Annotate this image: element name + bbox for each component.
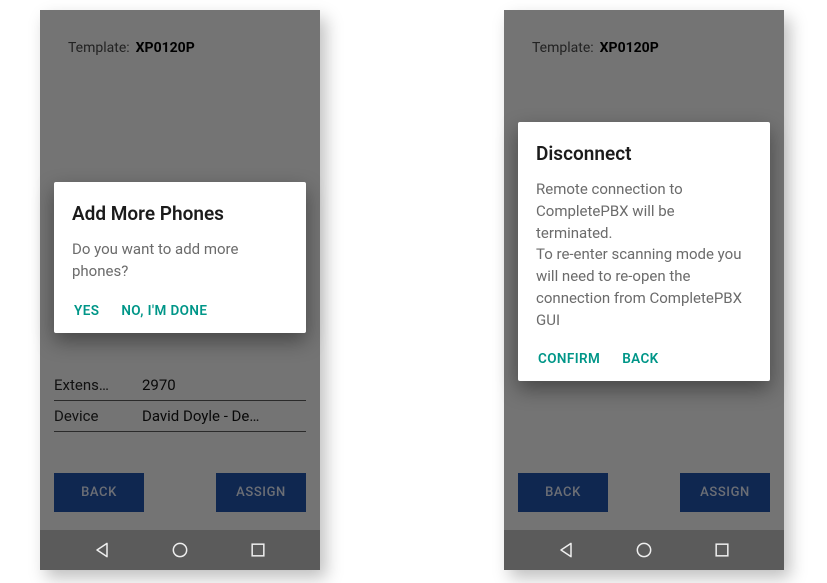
template-row: Template: XP0120P	[40, 10, 320, 64]
template-row: Template: XP0120P	[504, 10, 784, 64]
nav-back-icon[interactable]	[556, 540, 576, 560]
dialog-actions: CONFIRM BACK	[536, 351, 752, 367]
android-navbar	[40, 530, 320, 570]
nav-back-icon[interactable]	[92, 540, 112, 560]
phone-left: Template: XP0120P Extens… 2970 Device Da…	[40, 10, 320, 570]
button-bar: BACK ASSIGN	[518, 473, 770, 512]
confirm-button[interactable]: CONFIRM	[538, 351, 600, 367]
template-label: Template:	[68, 40, 130, 56]
dialog-body: Do you want to add more phones?	[72, 239, 288, 283]
form-area: Extens… 2970 Device David Doyle - De…	[54, 370, 306, 432]
nav-home-icon[interactable]	[170, 540, 190, 560]
extension-value: 2970	[136, 376, 306, 394]
dialog-title: Disconnect	[536, 142, 752, 165]
dialog-body: Remote connection to CompletePBX will be…	[536, 179, 752, 331]
extension-label: Extens…	[54, 376, 136, 394]
back-button[interactable]: BACK	[54, 473, 144, 512]
template-value: XP0120P	[136, 40, 195, 56]
device-label: Device	[54, 407, 136, 425]
template-label: Template:	[532, 40, 594, 56]
device-row: Device David Doyle - De…	[54, 401, 306, 432]
assign-button[interactable]: ASSIGN	[216, 473, 306, 512]
no-im-done-button[interactable]: NO, I'M DONE	[121, 303, 207, 319]
nav-recent-icon[interactable]	[712, 540, 732, 560]
nav-recent-icon[interactable]	[248, 540, 268, 560]
extension-row: Extens… 2970	[54, 370, 306, 401]
assign-button[interactable]: ASSIGN	[680, 473, 770, 512]
back-button[interactable]: BACK	[518, 473, 608, 512]
device-value: David Doyle - De…	[136, 407, 306, 425]
yes-button[interactable]: YES	[74, 303, 99, 319]
android-navbar	[504, 530, 784, 570]
dialog-title: Add More Phones	[72, 202, 288, 225]
dialog-actions: YES NO, I'M DONE	[72, 303, 288, 319]
dialog-back-button[interactable]: BACK	[622, 351, 658, 367]
nav-home-icon[interactable]	[634, 540, 654, 560]
button-bar: BACK ASSIGN	[54, 473, 306, 512]
template-value: XP0120P	[600, 40, 659, 56]
phone-right: Template: XP0120P BACK ASSIGN Disconnect…	[504, 10, 784, 570]
disconnect-dialog: Disconnect Remote connection to Complete…	[518, 122, 770, 381]
add-more-phones-dialog: Add More Phones Do you want to add more …	[54, 182, 306, 333]
